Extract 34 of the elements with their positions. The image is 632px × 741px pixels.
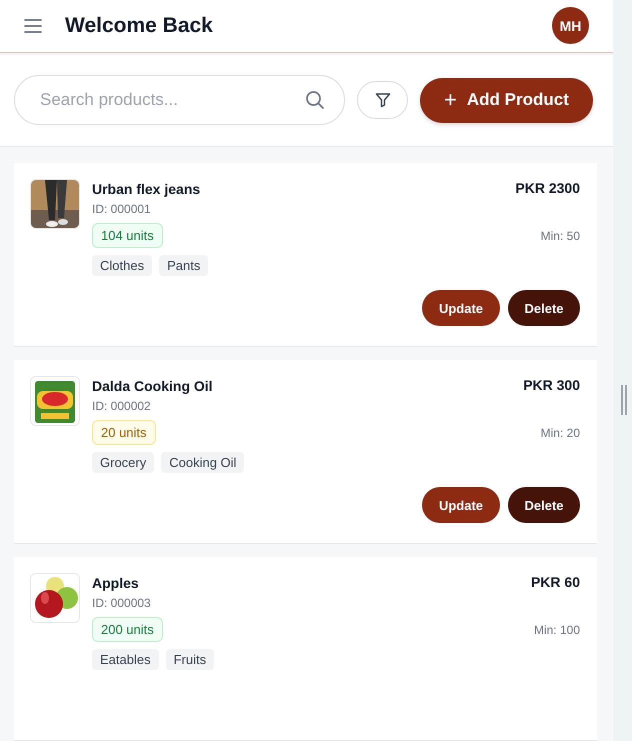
category-tag: Grocery <box>92 452 154 473</box>
category-tag: Cooking Oil <box>161 452 244 473</box>
stock-badge: 20 units <box>92 420 156 445</box>
delete-button[interactable]: Delete <box>508 290 580 326</box>
category-tag: Eatables <box>92 649 159 670</box>
minimum-stock: Min: 100 <box>534 622 580 636</box>
product-id: ID: 000003 <box>92 596 152 610</box>
update-button[interactable]: Update <box>422 290 500 326</box>
minimum-stock: Min: 20 <box>540 426 580 440</box>
resize-handle[interactable] <box>621 385 627 415</box>
product-name: Apples <box>92 575 139 591</box>
avatar[interactable]: MH <box>552 7 589 44</box>
minimum-stock: Min: 50 <box>540 228 580 242</box>
category-tag: Fruits <box>166 649 214 670</box>
stock-badge: 200 units <box>92 617 163 642</box>
product-id: ID: 000001 <box>92 202 152 216</box>
product-price: PKR 2300 <box>515 180 580 196</box>
category-tag: Clothes <box>92 255 152 276</box>
add-product-button[interactable]: + Add Product <box>420 78 593 123</box>
delete-button[interactable]: Delete <box>508 487 580 523</box>
category-tag: Pants <box>159 255 208 276</box>
stock-badge: 104 units <box>92 223 163 248</box>
product-name: Dalda Cooking Oil <box>92 378 213 394</box>
filter-button[interactable] <box>357 81 408 120</box>
filter-icon <box>374 92 390 108</box>
menu-icon[interactable] <box>24 18 42 33</box>
product-name: Urban flex jeans <box>92 181 200 197</box>
product-id: ID: 000002 <box>92 399 152 413</box>
update-button[interactable]: Update <box>422 487 500 523</box>
search-field[interactable]: Search products... <box>14 75 345 126</box>
product-price: PKR 300 <box>523 377 580 393</box>
product-price: PKR 60 <box>530 574 580 590</box>
search-icon <box>305 90 325 110</box>
page-title: Welcome Back <box>65 14 213 38</box>
